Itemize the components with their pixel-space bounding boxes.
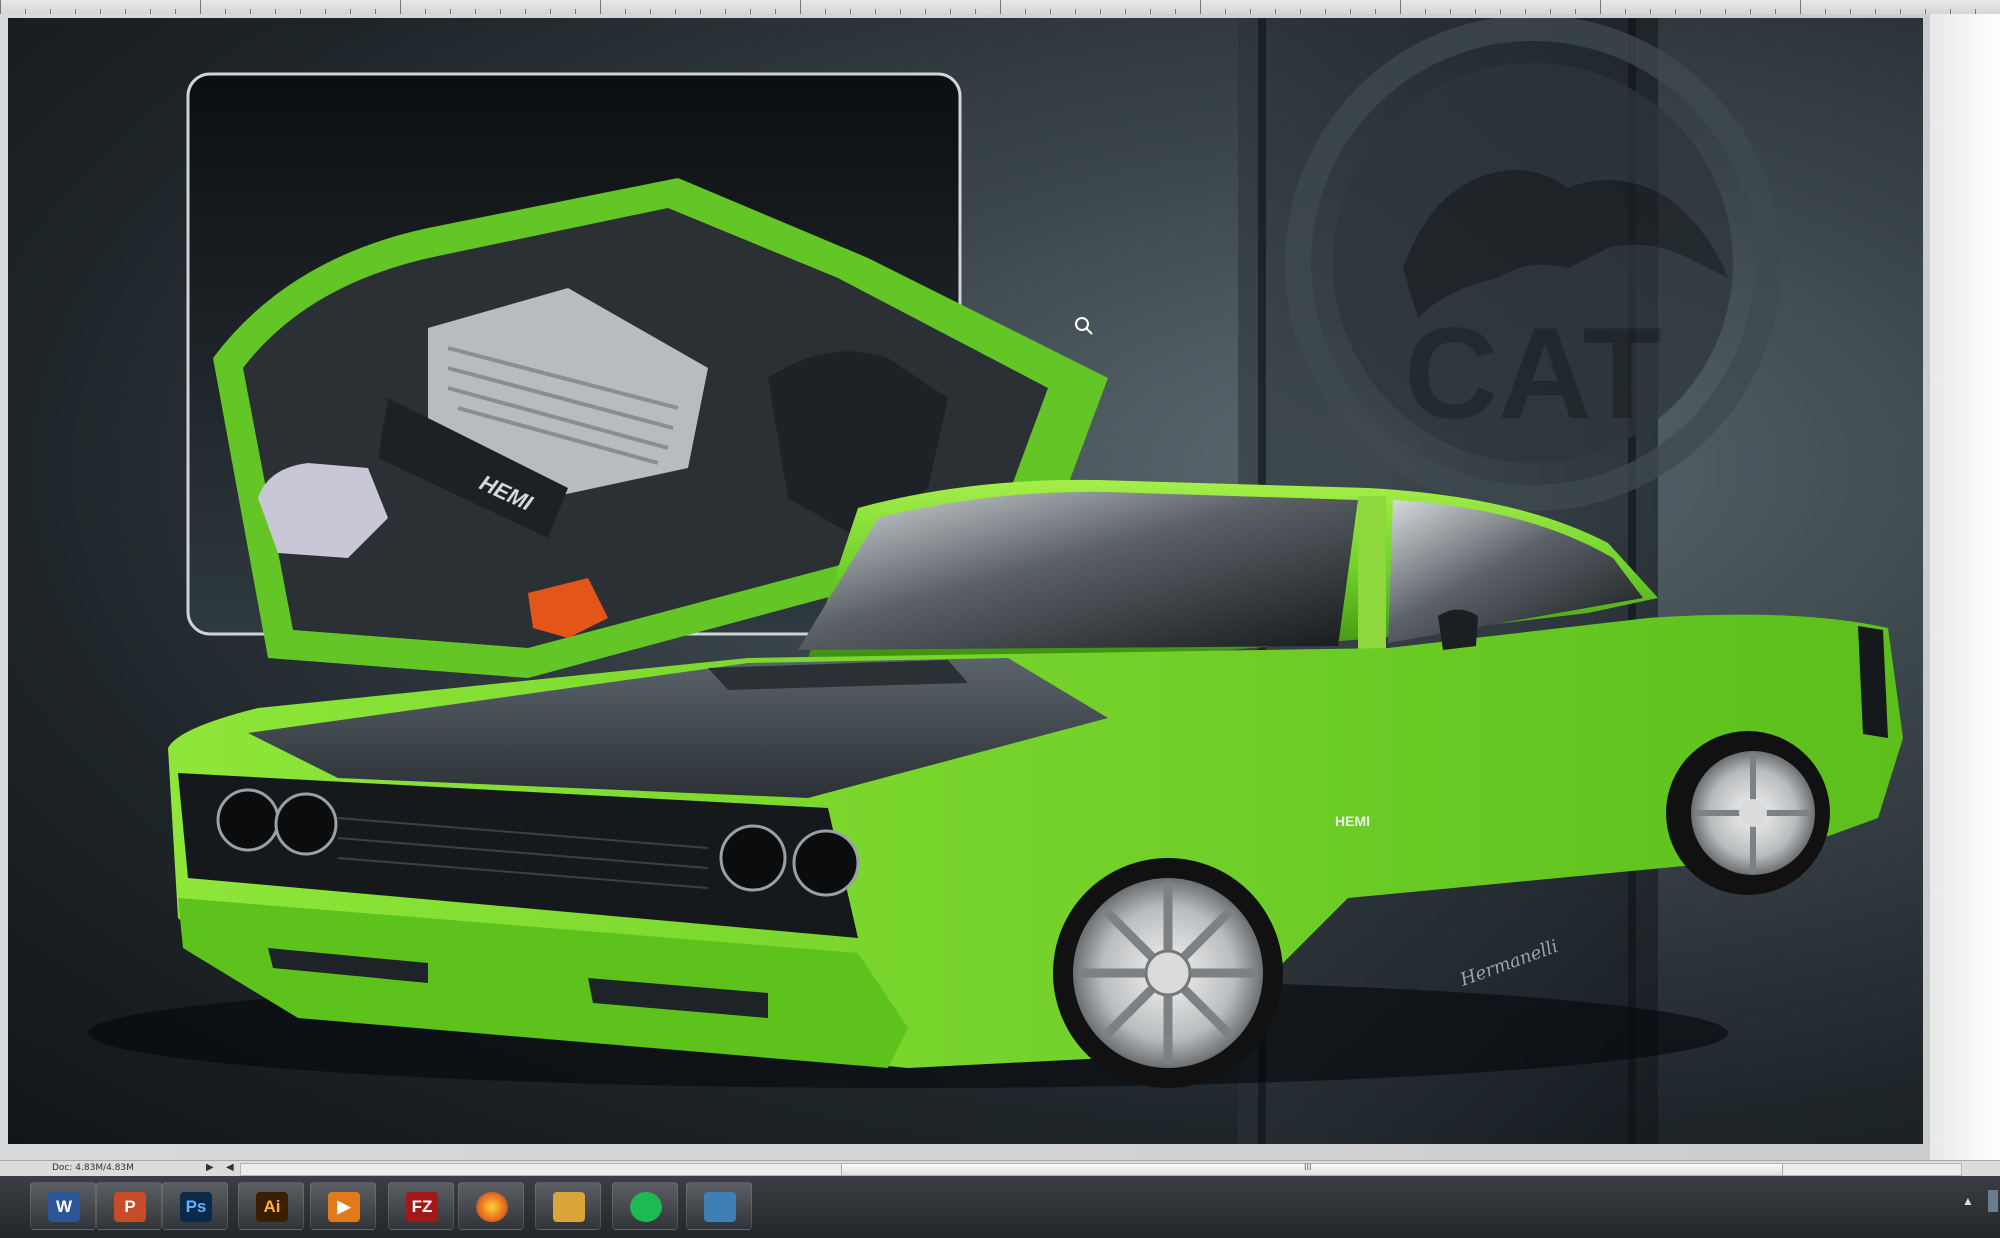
taskbar-app-filezilla[interactable]: FZ xyxy=(388,1182,454,1230)
taskbar-app-word[interactable]: W xyxy=(30,1182,96,1230)
taskbar-app-file-explorer[interactable] xyxy=(535,1182,601,1230)
rear-stripe xyxy=(1858,626,1888,738)
taskbar-app-illustrator[interactable]: Ai xyxy=(238,1182,304,1230)
workspace: CAT HEMI HEMI Hermanelli xyxy=(0,14,2000,1160)
taskbar-app-spotify[interactable] xyxy=(612,1182,678,1230)
fender-badge: HEMI xyxy=(1335,813,1370,829)
horizontal-scrollbar[interactable]: III xyxy=(240,1162,1962,1176)
illustrator-icon: Ai xyxy=(256,1192,288,1222)
document-size-readout[interactable]: Doc: 4.83M/4.83M xyxy=(52,1163,134,1173)
status-next-arrow-icon[interactable]: ▶ xyxy=(206,1162,214,1173)
zoom-cursor-icon xyxy=(1075,317,1093,335)
ruler-tick xyxy=(0,0,1,14)
picture-viewer-icon xyxy=(704,1192,736,1222)
status-bar: Doc: 4.83M/4.83M ▶ ◀ III xyxy=(0,1160,2000,1177)
rear-wheel xyxy=(1666,731,1830,895)
ruler-tick xyxy=(1000,0,1001,14)
tray-icon[interactable] xyxy=(1988,1190,1998,1212)
media-player-icon: ▶ xyxy=(328,1192,360,1222)
firefox-icon xyxy=(476,1192,508,1222)
taskbar-app-picture-viewer[interactable] xyxy=(686,1182,752,1230)
taskbar-app-powerpoint[interactable]: P xyxy=(96,1182,162,1230)
scroll-left-arrow-icon[interactable]: ◀ xyxy=(226,1162,234,1173)
taskbar-app-firefox[interactable] xyxy=(458,1182,524,1230)
document-canvas[interactable]: CAT HEMI HEMI Hermanelli xyxy=(8,18,1923,1144)
ruler-tick xyxy=(400,0,401,14)
word-icon: W xyxy=(48,1192,80,1222)
workspace-right-edge xyxy=(1930,14,2000,1160)
scrollbar-grip: III xyxy=(1304,1162,1312,1172)
emblem-text: CAT xyxy=(1404,300,1662,446)
powerpoint-icon: P xyxy=(114,1192,146,1222)
taskbar: W P Ps Ai ▶ FZ ▲ xyxy=(0,1176,2000,1238)
ruler-tick xyxy=(1200,0,1201,14)
ruler-tick xyxy=(800,0,801,14)
folder-icon xyxy=(553,1192,585,1222)
artwork: CAT HEMI HEMI Hermanelli xyxy=(88,18,1903,1144)
show-hidden-icons-arrow-icon[interactable]: ▲ xyxy=(1962,1194,1974,1208)
spotify-icon xyxy=(630,1192,662,1222)
filezilla-icon: FZ xyxy=(406,1192,438,1222)
ruler-tick xyxy=(1600,0,1601,14)
ruler-tick xyxy=(1800,0,1801,14)
scrollbar-thumb[interactable]: III xyxy=(841,1162,1783,1175)
ruler-tick xyxy=(600,0,601,14)
horizontal-ruler xyxy=(0,0,2000,15)
ruler-tick xyxy=(1400,0,1401,14)
taskbar-app-photoshop[interactable]: Ps xyxy=(162,1182,228,1230)
ruler-tick xyxy=(200,0,201,14)
side-mirror xyxy=(1438,609,1478,650)
front-wheel xyxy=(1053,858,1283,1088)
photoshop-icon: Ps xyxy=(180,1192,212,1222)
cat-emblem: CAT xyxy=(1285,18,1781,511)
taskbar-app-media-player[interactable]: ▶ xyxy=(310,1182,376,1230)
